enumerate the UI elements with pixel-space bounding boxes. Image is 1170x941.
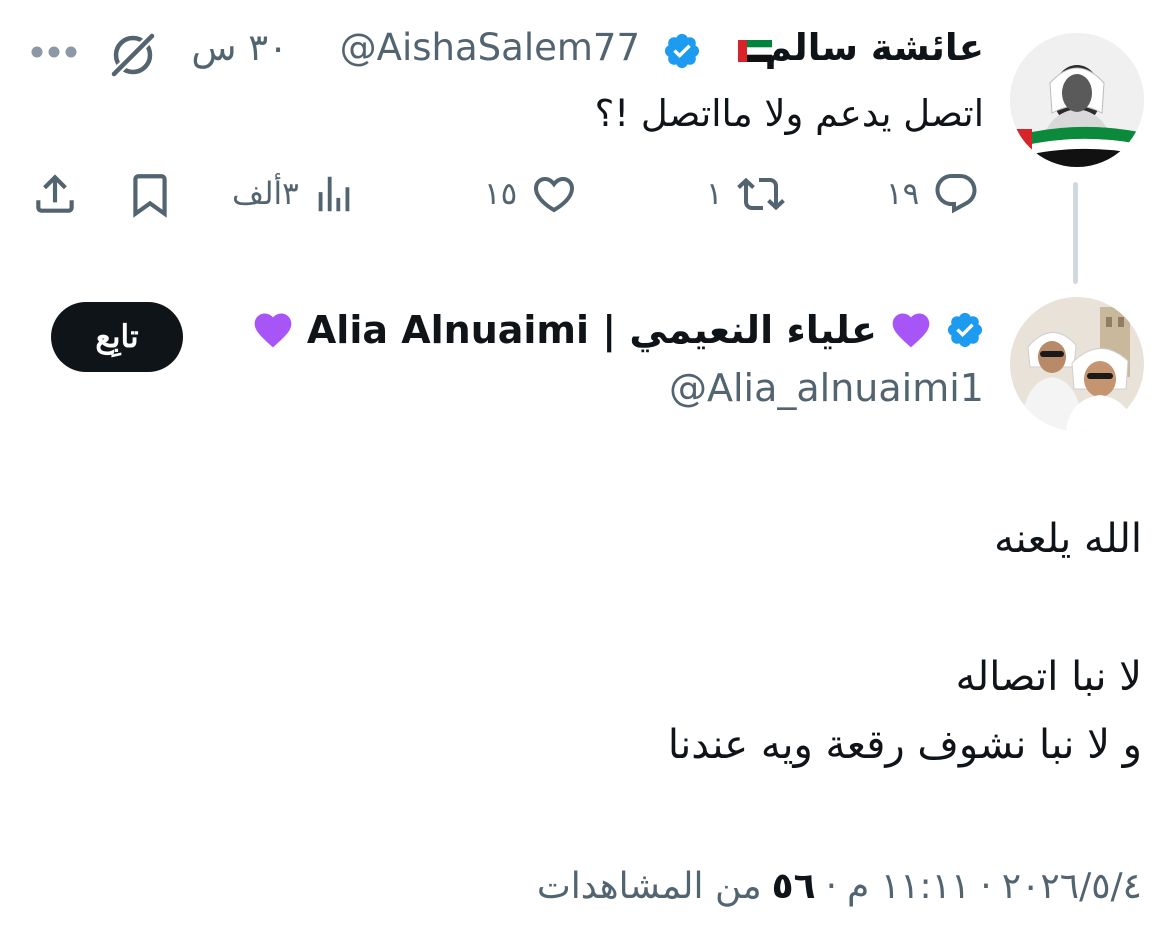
repost-action[interactable]: ١ xyxy=(706,170,787,218)
like-count: ١٥ xyxy=(484,176,518,212)
views-action[interactable]: ٣ألف xyxy=(232,170,357,218)
reply-meta: ٢٠٢٦/٥/٤ · ١١:١١ م · ٥٦ من المشاهدات xyxy=(537,866,1142,907)
bookmark-icon xyxy=(133,174,167,218)
reply-handle[interactable]: @Alia_alnuaimi1 xyxy=(669,366,984,410)
reply-author-name[interactable]: علياء النعيمي | Alia Alnuaimi xyxy=(251,308,985,352)
parent-avatar[interactable] xyxy=(1010,33,1144,167)
reply-body-line-3: و لا نبا نشوف رقعة ويه عندنا xyxy=(667,722,1142,768)
parent-tweet-text: اتصل يدعم ولا مااتصل !؟ xyxy=(594,92,984,135)
bookmark-button[interactable] xyxy=(125,170,175,224)
repost-icon xyxy=(736,177,785,211)
repost-count: ١ xyxy=(706,176,723,212)
more-icon[interactable] xyxy=(30,44,78,58)
parent-author-name[interactable]: عائشة سالم xyxy=(765,26,984,69)
uae-flag-icon xyxy=(738,40,772,62)
share-icon xyxy=(36,174,74,213)
like-action[interactable]: ١٥ xyxy=(484,170,579,218)
parent-timestamp[interactable]: ٣٠ س xyxy=(191,26,288,69)
reply-date[interactable]: ٢٠٢٦/٥/٤ xyxy=(1002,866,1142,907)
views-chart-icon xyxy=(318,176,350,212)
reply-avatar[interactable] xyxy=(1010,297,1144,431)
purple-heart-icon xyxy=(254,313,292,348)
reply-count: ١٩ xyxy=(886,176,920,212)
meta-separator: · xyxy=(825,866,838,907)
reply-action[interactable]: ١٩ xyxy=(886,170,981,218)
reply-body-line-2: لا نبا اتصاله xyxy=(955,654,1142,700)
reply-views-label: من المشاهدات xyxy=(536,866,762,907)
parent-handle[interactable]: @AishaSalem77 xyxy=(340,26,640,69)
reply-body-line-1: الله يلعنه xyxy=(994,516,1142,562)
reply-verified-badge-icon[interactable] xyxy=(945,310,985,350)
heart-icon xyxy=(534,177,575,213)
parent-verified-badge-icon[interactable] xyxy=(662,31,702,71)
purple-heart-icon xyxy=(892,313,930,348)
reply-time[interactable]: ١١:١١ م xyxy=(847,866,970,907)
thread-connector-line xyxy=(1073,182,1078,284)
reply-views-count[interactable]: ٥٦ xyxy=(772,866,816,907)
reply-icon xyxy=(935,174,977,214)
meta-separator: · xyxy=(980,866,992,907)
follow-button[interactable]: تابِع xyxy=(51,302,183,372)
grok-icon[interactable] xyxy=(106,30,160,80)
reply-author-name-text: علياء النعيمي | Alia Alnuaimi xyxy=(306,308,877,352)
share-button[interactable] xyxy=(30,168,80,224)
views-count: ٣ألف xyxy=(232,176,299,212)
